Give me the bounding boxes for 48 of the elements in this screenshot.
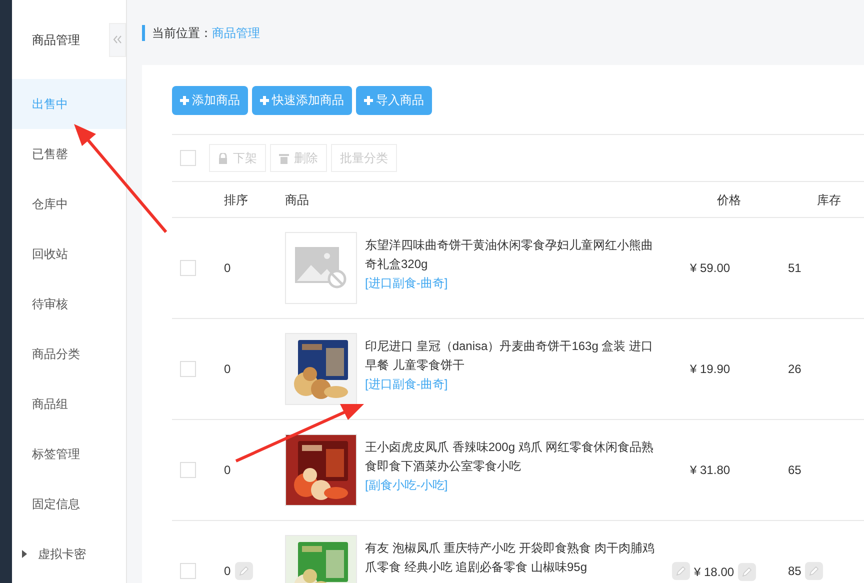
row-checkbox[interactable] (180, 361, 196, 377)
plus-icon (260, 96, 269, 104)
price-cell-text: ¥ 59.00 (690, 260, 730, 277)
product-title[interactable]: 王小卤虎皮凤爪 香辣味200g 鸡爪 网红零食休闲食品熟食即食下酒菜办公室零食小吃 (365, 438, 657, 476)
sidebar-item[interactable]: 仓库中 (12, 179, 126, 229)
stock-cell-text: 26 (788, 361, 802, 378)
sort-cell-text: 0 (224, 361, 231, 378)
select-all-checkbox[interactable] (180, 150, 196, 166)
sort-cell-text: 0 (224, 260, 231, 277)
sidebar-title: 商品管理 (32, 32, 80, 48)
plus-icon (180, 96, 189, 104)
row-checkbox[interactable] (180, 563, 196, 579)
price-cell-text: ¥ 31.80 (690, 462, 730, 479)
stock-cell-text: 65 (788, 462, 802, 479)
sort-cell-text: 0 (224, 563, 231, 580)
sidebar-item[interactable]: 回收站 (12, 229, 126, 279)
product-title[interactable]: 东望洋四味曲奇饼干黄油休闲零食孕妇儿童网红小熊曲奇礼盒320g (365, 236, 657, 274)
product-title[interactable]: 印尼进口 皇冠（danisa）丹麦曲奇饼干163g 盒装 进口早餐 儿童零食饼干 (365, 337, 657, 375)
lock-icon (218, 152, 228, 164)
sidebar-item[interactable]: 已售罄 (12, 129, 126, 179)
sidebar-item[interactable]: 虚拟卡密 (12, 529, 126, 579)
collapse-button[interactable] (109, 22, 126, 56)
edit-icon[interactable] (672, 562, 690, 580)
image-placeholder-icon (295, 247, 347, 289)
product-title[interactable]: 有友 泡椒凤爪 重庆特产小吃 开袋即食熟食 肉干肉脯鸡爪零食 经典小吃 追剧必备零食 山椒味95g (365, 539, 657, 577)
price-cell-text: ¥ 19.90 (690, 361, 730, 378)
column-header: 排序 (224, 192, 249, 208)
sidebar-item[interactable]: 待审核 (12, 279, 126, 329)
edit-icon[interactable] (805, 562, 824, 580)
column-header: 库存 (817, 192, 841, 208)
sidebar-item[interactable]: 标签管理 (12, 429, 126, 479)
column-header: 价格 (717, 192, 742, 208)
sidebar-item[interactable]: 固定信息 (12, 479, 126, 529)
sort-cell-text: 0 (224, 462, 231, 479)
sidebar-item[interactable]: 商品分类 (12, 329, 126, 379)
stock-cell-text: 51 (788, 260, 802, 277)
column-header: 商品 (285, 192, 310, 208)
row-checkbox[interactable] (180, 260, 196, 276)
double-chevron-left-icon (113, 35, 122, 44)
sidebar-item[interactable]: 商品组 (12, 379, 126, 429)
price-cell-text: ¥ 18.00 (694, 564, 734, 581)
plus-icon (364, 96, 373, 104)
stock-cell-text: 85 (788, 563, 802, 580)
trash-icon (279, 152, 289, 164)
edit-icon[interactable] (234, 562, 253, 580)
breadcrumb-label: 当前位置： (152, 24, 212, 42)
row-checkbox[interactable] (180, 462, 196, 478)
edit-icon[interactable] (738, 563, 756, 581)
